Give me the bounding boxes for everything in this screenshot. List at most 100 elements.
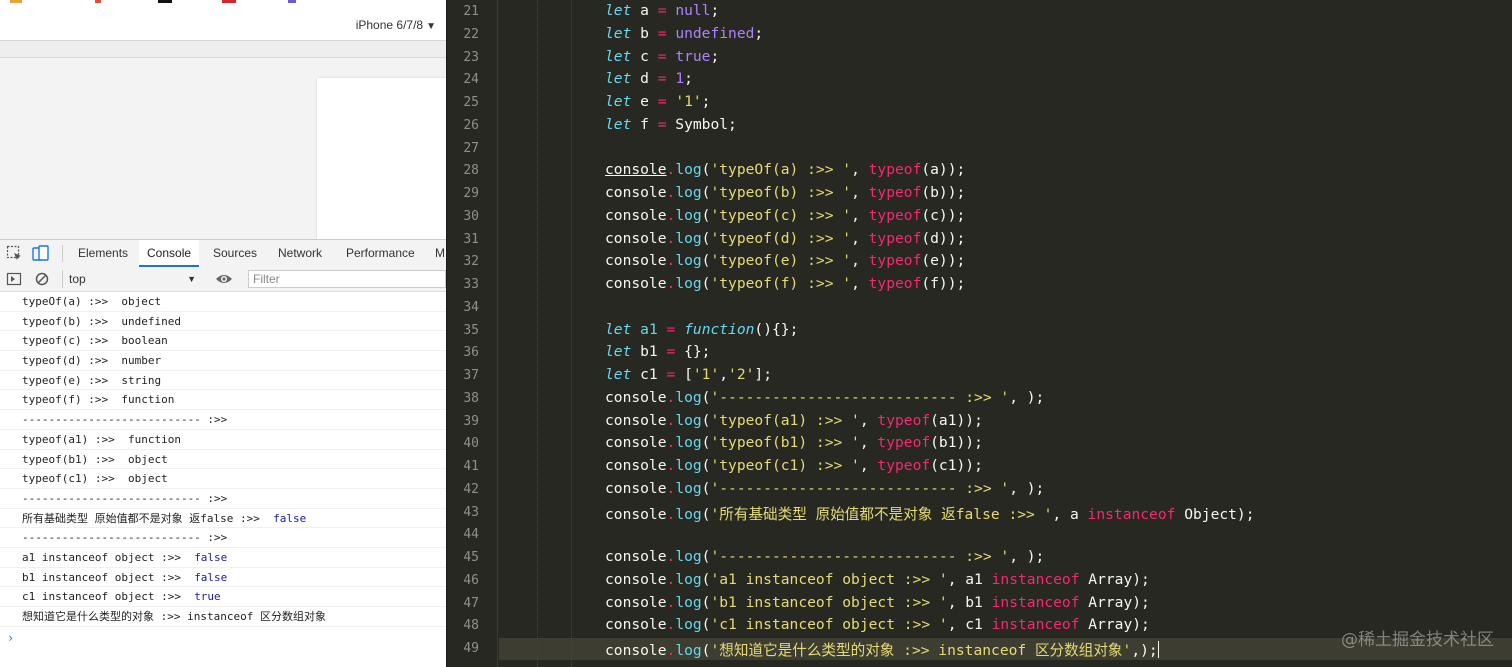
code-token: let <box>605 47 632 65</box>
console-prompt[interactable]: › <box>7 631 14 645</box>
code-token: ; <box>701 93 711 110</box>
tab-more[interactable]: M <box>427 240 446 267</box>
console-row-value[interactable]: function <box>121 393 174 406</box>
code-token: {}; <box>675 343 711 361</box>
code-token: instanceof <box>1087 505 1176 523</box>
code-token: e <box>631 93 658 110</box>
code-token: ; <box>754 24 764 42</box>
console-row: 所有基础类型 原始值都不是对象 返false :>> false <box>0 509 446 529</box>
code-editor[interactable]: 21 22 23 24 25 26 27 28 29 30 31 32 33 34 35 36 37 38 39 40… <box>446 0 1512 667</box>
line-number: 48 <box>463 618 479 634</box>
code-line[interactable]: console.log('typeof(d) :>> ', typeof(d))… <box>605 230 965 247</box>
console-row: c1 instanceof object :>> true <box>0 587 446 607</box>
code-line[interactable]: console.log('typeof(e) :>> ', typeof(e))… <box>605 252 965 269</box>
tab-console[interactable]: Console <box>139 240 200 267</box>
line-number: 27 <box>463 140 479 156</box>
code-line[interactable]: console.log('b1 instanceof object :>> ',… <box>605 594 1150 611</box>
code-line[interactable]: let f = Symbol; <box>605 116 737 133</box>
console-row-label: 所有基础类型 原始值都不是对象 返false :>> <box>22 511 274 525</box>
tab-network[interactable]: Network <box>270 240 330 267</box>
console-row-value[interactable]: number <box>121 354 161 367</box>
code-token: instanceof <box>991 593 1080 611</box>
code-line[interactable]: console.log('typeOf(a) :>> ', typeof(a))… <box>605 161 965 178</box>
console-row-label: typeOf(a) :>> <box>22 295 122 308</box>
code-line[interactable]: console.log('---------------------------… <box>605 389 1044 406</box>
console-toolbar: top ▼ <box>0 267 446 292</box>
console-row-value[interactable]: object <box>128 472 168 485</box>
inspect-element-icon[interactable] <box>6 245 23 262</box>
console-row-value[interactable]: string <box>121 374 161 387</box>
code-line[interactable]: console.log('所有基础类型 原始值都不是对象 返false :>> … <box>605 503 1255 524</box>
code-token: Array); <box>1079 570 1150 588</box>
code-token: = <box>657 2 667 19</box>
code-token: console <box>605 457 667 474</box>
code-token: undefined <box>675 24 755 42</box>
device-select[interactable]: iPhone 6/7/8 ▼ <box>356 18 436 32</box>
console-row-value[interactable]: false <box>273 512 306 525</box>
tab-performance[interactable]: Performance <box>338 240 423 267</box>
text-caret <box>1157 641 1159 658</box>
code-line[interactable]: console.log('想知道它是什么类型的对象 :>> instanceof… <box>605 639 1159 660</box>
console-row: 想知道它是什么类型的对象 :>> instanceof 区分数组对象 <box>0 607 446 627</box>
code-token: (a)); <box>921 161 966 179</box>
console-row-value[interactable]: object <box>121 295 161 308</box>
line-number: 34 <box>463 299 479 315</box>
clear-console-icon[interactable] <box>34 271 50 287</box>
code-line[interactable]: let a = null; <box>605 2 719 19</box>
console-row-label: typeof(e) :>> <box>22 373 122 387</box>
code-line[interactable]: console.log('---------------------------… <box>605 548 1044 565</box>
filter-input[interactable] <box>248 270 446 288</box>
code-token: console <box>605 206 667 224</box>
console-row-label: --------------------------- :>> <box>22 491 228 505</box>
code-line[interactable]: let c1 = ['1','2']; <box>605 366 772 383</box>
tab-elements[interactable]: Elements <box>70 240 136 267</box>
code-line[interactable]: let c = true; <box>605 48 719 65</box>
code-token: log <box>675 642 702 659</box>
code-line[interactable]: let b = undefined; <box>605 25 763 42</box>
console-row-value[interactable]: true <box>194 590 221 603</box>
code-line[interactable]: console.log('typeof(f) :>> ', typeof(f))… <box>605 275 965 292</box>
code-token: (e)); <box>921 252 966 270</box>
console-row-value[interactable]: object <box>128 453 168 466</box>
browser-devtools-pane: iPhone 6/7/8 ▼ Elements Console Sources N… <box>0 0 446 667</box>
device-toggle-icon[interactable] <box>32 245 49 262</box>
code-line[interactable]: console.log('typeof(c1) :>> ', typeof(c1… <box>605 457 983 474</box>
code-line[interactable]: console.log('typeof(b) :>> ', typeof(b))… <box>605 184 965 201</box>
watermark: @稀土掘金技术社区 <box>1341 630 1494 650</box>
code-line[interactable]: let a1 = function(){}; <box>605 321 798 338</box>
sidebar-toggle-icon[interactable] <box>6 271 22 287</box>
code-token: 'typeof(b) :>> ' <box>710 184 852 201</box>
code-line[interactable]: let b1 = {}; <box>605 343 710 360</box>
code-line[interactable]: console.log('typeof(c) :>> ', typeof(c))… <box>605 207 965 224</box>
console-row-value[interactable]: boolean <box>121 334 167 347</box>
code-token: typeof <box>868 252 922 270</box>
console-row-value[interactable]: false <box>194 551 227 564</box>
code-token: console <box>605 570 667 588</box>
code-line[interactable]: console.log('a1 instanceof object :>> ',… <box>605 571 1150 588</box>
code-line[interactable]: console.log('c1 instanceof object :>> ',… <box>605 616 1150 633</box>
code-token: (f)); <box>921 275 966 292</box>
code-token: ; <box>684 70 693 88</box>
code-token: 'typeof(b1) :>> ' <box>710 434 860 452</box>
context-select[interactable]: top ▼ <box>62 270 202 288</box>
code-token: 'typeof(c1) :>> ' <box>710 457 860 474</box>
code-line[interactable]: console.log('typeof(b1) :>> ', typeof(b1… <box>605 434 983 451</box>
line-number: 35 <box>463 322 479 338</box>
code-token: log <box>675 206 702 224</box>
code-token: console <box>605 184 667 201</box>
code-token: log <box>675 479 702 497</box>
code-line[interactable]: console.log('typeof(a1) :>> ', typeof(a1… <box>605 412 983 429</box>
line-number: 33 <box>463 277 479 292</box>
console-row-value[interactable]: function <box>128 433 181 446</box>
tab-sources[interactable]: Sources <box>205 240 265 267</box>
console-row-value[interactable]: false <box>194 571 227 584</box>
code-token: '1' <box>675 93 702 110</box>
line-number: 49 <box>463 641 479 656</box>
code-token: . <box>666 206 676 224</box>
code-token: typeof <box>877 457 931 474</box>
code-line[interactable]: console.log('---------------------------… <box>605 480 1044 497</box>
console-row-value[interactable]: undefined <box>121 315 181 328</box>
code-line[interactable]: let d = 1; <box>605 70 693 87</box>
eye-icon[interactable] <box>215 272 233 286</box>
code-line[interactable]: let e = '1'; <box>605 93 710 110</box>
